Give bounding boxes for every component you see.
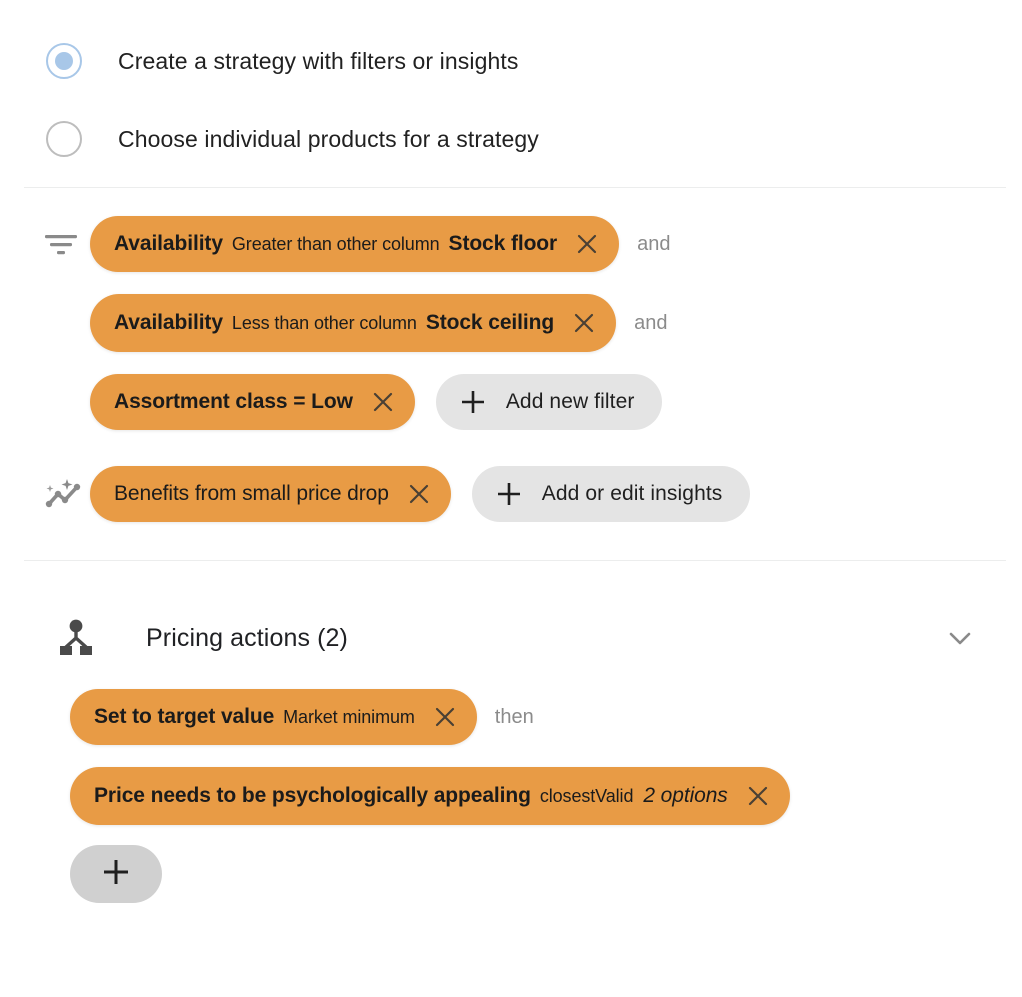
radio-button-selected[interactable] xyxy=(46,43,82,79)
filter-chip-operator: Greater than other column xyxy=(231,233,440,254)
add-or-edit-insights-button[interactable]: Add or edit insights xyxy=(471,466,751,522)
pricing-action-conjunction: then xyxy=(494,705,534,728)
insight-chip-label: Benefits from small price drop xyxy=(114,482,389,505)
close-icon[interactable] xyxy=(406,481,432,507)
add-or-edit-insights-label: Add or edit insights xyxy=(541,482,723,505)
radio-label-filters-or-insights: Create a strategy with filters or insigh… xyxy=(118,47,519,74)
radio-label-individual-products: Choose individual products for a strateg… xyxy=(118,125,539,152)
pricing-action-chip[interactable]: Price needs to be psychologically appeal… xyxy=(70,767,790,825)
pricing-action-row-add xyxy=(0,845,1022,903)
filter-row-3: Assortment class = Low Add new filter xyxy=(0,374,1022,430)
pricing-actions-header[interactable]: Pricing actions (2) xyxy=(0,601,1022,675)
filter-chip-value: Stock floor xyxy=(448,232,558,255)
filter-chip[interactable]: Assortment class = Low xyxy=(90,374,415,430)
pricing-action-detail: closestValid xyxy=(539,785,634,806)
pricing-action-extra: 2 options xyxy=(643,784,728,807)
add-pricing-action-button[interactable] xyxy=(70,845,162,903)
pricing-action-name: Price needs to be psychologically appeal… xyxy=(94,784,531,807)
filter-conjunction: and xyxy=(637,232,671,255)
filter-row-1: Availability Greater than other column S… xyxy=(0,216,1022,272)
add-new-filter-button[interactable]: Add new filter xyxy=(435,374,663,430)
close-icon[interactable] xyxy=(745,783,771,809)
close-icon[interactable] xyxy=(432,704,458,730)
plus-icon xyxy=(460,389,486,415)
pricing-action-detail: Market minimum xyxy=(283,706,415,727)
pricing-action-row-1: Set to target value Market minimum then xyxy=(0,689,1022,745)
filter-row-2: Availability Less than other column Stoc… xyxy=(0,294,1022,352)
pricing-action-chip[interactable]: Set to target value Market minimum xyxy=(70,689,477,745)
filter-chip-field: Availability xyxy=(114,232,223,255)
pricing-action-row-2: Price needs to be psychologically appeal… xyxy=(0,767,1022,825)
filter-chip-value: Stock ceiling xyxy=(425,311,555,334)
radio-option-individual-products[interactable]: Choose individual products for a strateg… xyxy=(0,112,1022,166)
radio-button-unselected[interactable] xyxy=(46,121,82,157)
pricing-action-name: Set to target value xyxy=(94,705,275,728)
filter-icon xyxy=(44,230,90,258)
plus-icon xyxy=(101,857,131,892)
insights-icon xyxy=(44,477,90,511)
filter-chip-field: Assortment class = Low xyxy=(114,390,353,413)
filter-chip-operator: Less than other column xyxy=(231,312,417,333)
filter-conjunction: and xyxy=(634,311,668,334)
insight-chip[interactable]: Benefits from small price drop xyxy=(90,466,451,522)
close-icon[interactable] xyxy=(574,231,600,257)
filter-chip[interactable]: Availability Less than other column Stoc… xyxy=(90,294,617,352)
hierarchy-icon xyxy=(56,618,100,658)
filter-chip[interactable]: Availability Greater than other column S… xyxy=(90,216,620,272)
insights-row: Benefits from small price drop Add or ed… xyxy=(0,466,1022,522)
filter-chip-field: Availability xyxy=(114,311,223,334)
pricing-actions-title: Pricing actions (2) xyxy=(146,623,348,652)
radio-option-filters-or-insights[interactable]: Create a strategy with filters or insigh… xyxy=(0,34,1022,88)
close-icon[interactable] xyxy=(571,310,597,336)
radio-dot xyxy=(55,52,73,70)
add-new-filter-label: Add new filter xyxy=(505,390,635,413)
chevron-down-icon[interactable] xyxy=(942,620,978,656)
filters-and-insights-area: Availability Greater than other column S… xyxy=(0,188,1022,522)
close-icon[interactable] xyxy=(370,389,396,415)
pricing-actions-section: Pricing actions (2) Set to target value … xyxy=(0,601,1022,903)
plus-icon xyxy=(496,481,522,507)
section-divider-bottom xyxy=(24,560,1006,561)
strategy-type-radio-group: Create a strategy with filters or insigh… xyxy=(0,0,1022,166)
